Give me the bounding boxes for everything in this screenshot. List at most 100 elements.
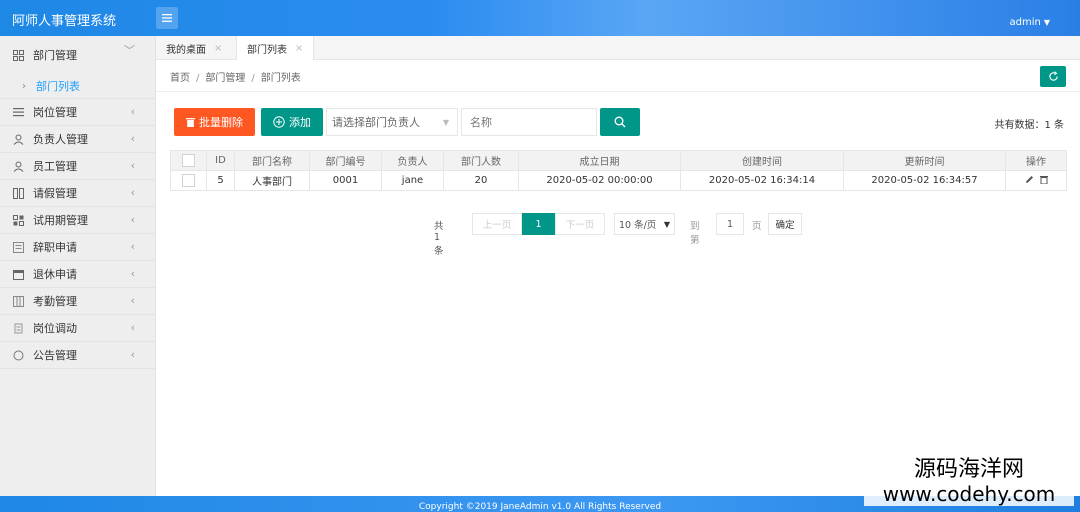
circle-icon	[12, 349, 24, 361]
template-icon	[12, 322, 24, 334]
breadcrumb-current: 部门列表	[260, 73, 301, 84]
caret-down-icon: ▼	[442, 118, 449, 127]
batch-delete-button[interactable]: 批量删除	[174, 108, 255, 136]
row-checkbox-cell[interactable]	[170, 170, 207, 191]
sidebar-item-leave[interactable]: 请假管理 ‹	[0, 180, 155, 207]
chevron-down-icon: ﹀	[124, 44, 135, 57]
column-header: 创建时间	[680, 150, 844, 171]
caret-down-icon: ▼	[1043, 18, 1050, 27]
batch-delete-label: 批量删除	[199, 116, 243, 129]
department-table: ID 部门名称 部门编号 负责人 部门人数 成立日期 创建时间 更新时间 操作 …	[170, 150, 1067, 191]
column-header: 部门编号	[309, 150, 382, 171]
list-icon	[12, 106, 24, 118]
cell-count: 20	[443, 170, 519, 191]
apps-icon	[12, 214, 24, 226]
current-page-button[interactable]: 1	[522, 213, 555, 235]
sidebar-item-label: 员工管理	[33, 160, 77, 173]
user-icon	[12, 160, 24, 172]
goto-label: 到第	[690, 221, 700, 246]
tab-label: 部门列表	[247, 45, 287, 56]
chevron-left-icon: ‹	[130, 213, 135, 226]
sidebar-item-label: 试用期管理	[33, 214, 88, 227]
cell-name: 人事部门	[234, 170, 310, 191]
menu-toggle-button[interactable]	[156, 7, 178, 29]
sidebar-item-label: 公告管理	[33, 349, 77, 362]
chevron-left-icon: ‹	[130, 240, 135, 253]
sidebar-item-transfer[interactable]: 岗位调动 ‹	[0, 315, 155, 342]
table-header-row: ID 部门名称 部门编号 负责人 部门人数 成立日期 创建时间 更新时间 操作	[170, 150, 1067, 171]
app-title: 阿师人事管理系统	[12, 14, 117, 29]
sidebar-subitem-label: 部门列表	[36, 80, 80, 93]
search-button[interactable]	[600, 108, 640, 136]
refresh-icon	[1048, 71, 1058, 81]
hamburger-icon	[162, 14, 172, 22]
manager-select[interactable]: 请选择部门负责人 ▼	[326, 108, 458, 136]
name-search-input[interactable]	[461, 108, 597, 136]
chevron-left-icon: ‹	[130, 294, 135, 307]
calendar-icon	[12, 268, 24, 280]
sidebar-item-manager[interactable]: 负责人管理 ‹	[0, 126, 155, 153]
add-label: 添加	[289, 116, 311, 129]
add-circle-icon	[273, 116, 285, 128]
header-checkbox-cell[interactable]	[170, 150, 207, 171]
page-size-select[interactable]: 10 条/页 ▼	[614, 213, 675, 235]
sidebar-item-position[interactable]: 岗位管理 ‹	[0, 99, 155, 126]
column-header: 部门人数	[443, 150, 519, 171]
breadcrumb: 首页 / 部门管理 / 部门列表	[170, 73, 301, 84]
sidebar-item-department[interactable]: 部门管理 ﹀	[0, 36, 155, 74]
divider	[156, 91, 1080, 92]
breadcrumb-home[interactable]: 首页	[170, 73, 190, 84]
select-all-checkbox[interactable]	[182, 154, 195, 167]
close-icon[interactable]: ×	[214, 43, 222, 54]
goto-page-input[interactable]: 1	[716, 213, 744, 235]
edit-icon[interactable]	[1025, 175, 1034, 184]
row-checkbox[interactable]	[182, 174, 195, 187]
tab-department-list[interactable]: 部门列表 ×	[236, 36, 315, 61]
prev-page-button[interactable]: 上一页	[472, 213, 522, 235]
sidebar-item-retirement[interactable]: 退休申请 ‹	[0, 261, 155, 288]
columns-icon	[12, 187, 24, 199]
search-icon	[614, 116, 626, 128]
next-page-button[interactable]: 下一页	[555, 213, 605, 235]
refresh-button[interactable]	[1040, 66, 1066, 87]
grid-icon	[12, 49, 24, 61]
user-menu[interactable]: admin ▼	[1010, 17, 1051, 28]
sidebar-item-notice[interactable]: 公告管理 ‹	[0, 342, 155, 369]
breadcrumb-parent[interactable]: 部门管理	[205, 73, 245, 84]
delete-icon[interactable]	[1039, 175, 1048, 184]
sidebar: 部门管理 ﹀ › 部门列表 岗位管理 ‹ 负责人管理 ‹ 员工管理 ‹ 请假管理…	[0, 36, 156, 496]
manager-select-value: 请选择部门负责人	[332, 116, 420, 129]
add-button[interactable]: 添加	[261, 108, 323, 136]
watermark: 源码海洋网 www.codehy.com	[864, 458, 1074, 506]
page-size-value: 10 条/页	[619, 220, 657, 231]
sidebar-item-attendance[interactable]: 考勤管理 ‹	[0, 288, 155, 315]
sidebar-subitem-department-list[interactable]: › 部门列表	[0, 74, 155, 99]
column-header: ID	[206, 150, 235, 171]
sidebar-item-label: 辞职申请	[33, 241, 77, 254]
total-count: 共有数据：1 条	[994, 120, 1064, 131]
cell-manager: jane	[381, 170, 444, 191]
sidebar-item-probation[interactable]: 试用期管理 ‹	[0, 207, 155, 234]
page-unit: 页	[752, 221, 762, 232]
sidebar-item-label: 考勤管理	[33, 295, 77, 308]
trash-icon	[186, 118, 195, 127]
close-icon[interactable]: ×	[295, 43, 303, 54]
copyright-text: Copyright ©2019 JaneAdmin v1.0 All Right…	[418, 502, 662, 512]
table-row: 5 人事部门 0001 jane 20 2020-05-02 00:00:00 …	[170, 170, 1067, 191]
sidebar-item-employee[interactable]: 员工管理 ‹	[0, 153, 155, 180]
watermark-line2: www.codehy.com	[882, 482, 1056, 506]
chevron-left-icon: ‹	[130, 105, 135, 118]
watermark-line1: 源码海洋网	[913, 457, 1024, 482]
sidebar-item-label: 部门管理	[33, 49, 77, 62]
user-icon	[12, 133, 24, 145]
sidebar-item-label: 退休申请	[33, 268, 77, 281]
caret-down-icon: ▼	[663, 219, 670, 229]
sidebar-item-label: 负责人管理	[33, 133, 88, 146]
sidebar-item-label: 岗位管理	[33, 106, 77, 119]
goto-confirm-button[interactable]: 确定	[768, 213, 802, 235]
sidebar-item-resignation[interactable]: 辞职申请 ‹	[0, 234, 155, 261]
chevron-left-icon: ‹	[130, 186, 135, 199]
top-header: 阿师人事管理系统 admin ▼	[0, 0, 1080, 36]
tab-desktop[interactable]: 我的桌面 ×	[156, 36, 232, 60]
column-header: 操作	[1005, 150, 1067, 171]
